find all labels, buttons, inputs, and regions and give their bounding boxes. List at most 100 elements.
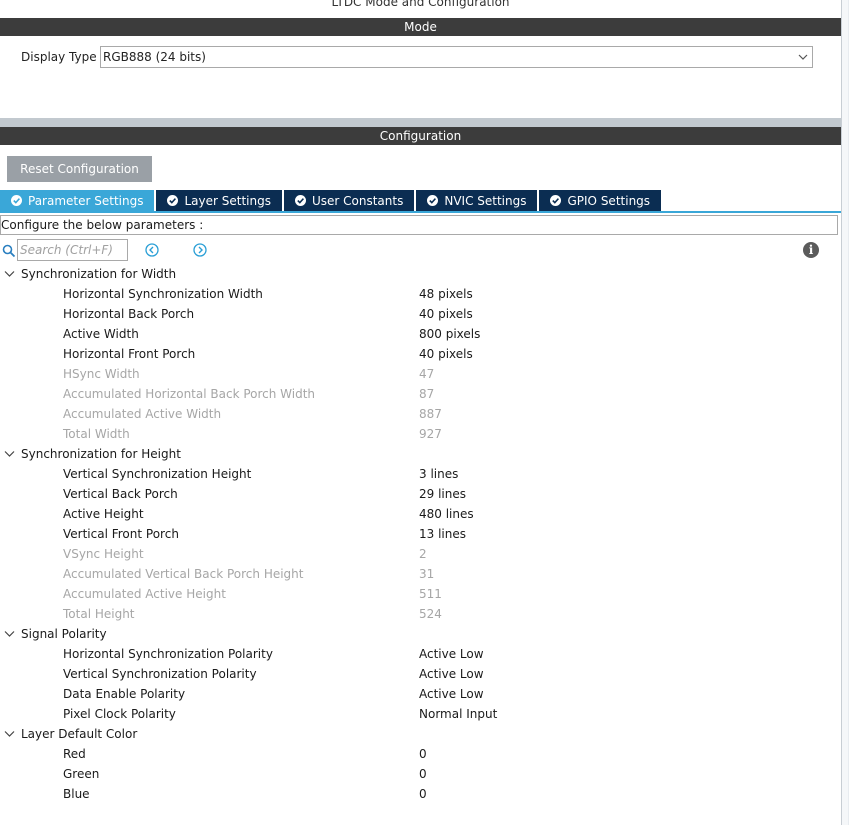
settings-tabs: Parameter Settings Layer Settings User Con… [0, 190, 663, 211]
info-icon[interactable]: i [803, 242, 819, 258]
parameter-name: VSync Height [63, 547, 144, 561]
search-input[interactable] [17, 239, 128, 261]
group-label: Synchronization for Height [21, 447, 181, 461]
parameter-value[interactable]: Normal Input [419, 704, 497, 724]
parameter-row[interactable]: Pixel Clock Polarity Normal Input [0, 704, 841, 724]
window-title: LTDC Mode and Configuration [331, 0, 510, 9]
parameter-name: Vertical Front Porch [63, 527, 179, 541]
parameter-name: Horizontal Synchronization Polarity [63, 647, 273, 661]
parameter-value: 2 [419, 547, 427, 561]
parameter-row[interactable]: Active Height 480 lines [0, 504, 841, 524]
chevron-right-circle-icon[interactable] [193, 243, 207, 257]
vertical-scrollbar[interactable] [841, 0, 849, 825]
configure-parameters-caption: Configure the below parameters : [0, 215, 838, 235]
parameter-value[interactable]: 800 pixels [419, 324, 480, 344]
parameter-name: Data Enable Polarity [63, 687, 186, 701]
parameter-row[interactable]: Horizontal Back Porch 40 pixels [0, 304, 841, 324]
parameter-value[interactable]: 48 pixels [419, 284, 473, 304]
parameter-row: Accumulated Horizontal Back Porch Width 8… [0, 384, 841, 404]
display-type-row: Display Type [21, 46, 101, 68]
group-label: Layer Default Color [21, 727, 138, 741]
parameter-value[interactable]: 40 pixels [419, 304, 473, 324]
parameter-row[interactable]: Vertical Synchronization Height 3 lines [0, 464, 841, 484]
parameter-value[interactable]: 13 lines [419, 524, 466, 544]
parameter-row[interactable]: Data Enable Polarity Active Low [0, 684, 841, 704]
parameter-row[interactable]: Horizontal Synchronization Width 48 pixel… [0, 284, 841, 304]
parameter-row: Accumulated Active Height 511 [0, 584, 841, 604]
parameter-row[interactable]: Horizontal Front Porch 40 pixels [0, 344, 841, 364]
group-label: Signal Polarity [21, 627, 107, 641]
chevron-down-icon [798, 54, 808, 60]
parameter-row[interactable]: Vertical Front Porch 13 lines [0, 524, 841, 544]
parameter-value[interactable]: 480 lines [419, 504, 474, 524]
parameter-name: Green [63, 767, 100, 781]
parameter-value[interactable]: 29 lines [419, 484, 466, 504]
configuration-section-header: Configuration [0, 127, 841, 145]
parameter-name: Total Width [63, 427, 130, 441]
group-row[interactable]: Synchronization for Height [0, 444, 841, 464]
tab-label: Layer Settings [184, 193, 271, 208]
tab-gpio-settings[interactable]: GPIO Settings [539, 190, 662, 211]
display-type-select[interactable]: RGB888 (24 bits) [100, 46, 813, 68]
tab-label: GPIO Settings [567, 193, 651, 208]
tab-label: Parameter Settings [28, 193, 144, 208]
tab-user-constants[interactable]: User Constants [283, 190, 415, 211]
parameter-value[interactable]: 0 [419, 784, 427, 804]
parameter-row: Total Width 927 [0, 424, 841, 444]
parameter-name: Vertical Back Porch [63, 487, 178, 501]
parameter-row: HSync Width 47 [0, 364, 841, 384]
display-type-label: Display Type [21, 50, 97, 64]
display-type-value: RGB888 (24 bits) [103, 50, 206, 64]
parameter-name: Horizontal Front Porch [63, 347, 196, 361]
parameter-value[interactable]: 3 lines [419, 464, 458, 484]
parameter-value[interactable]: Active Low [419, 684, 484, 704]
parameter-name: HSync Width [63, 367, 140, 381]
check-circle-icon [550, 195, 562, 206]
parameter-name: Accumulated Active Height [63, 587, 226, 601]
tab-layer-settings[interactable]: Layer Settings [156, 190, 282, 211]
parameter-name: Active Width [63, 327, 139, 341]
parameter-value[interactable]: Active Low [419, 664, 484, 684]
parameter-name: Total Height [63, 607, 135, 621]
tab-parameter-settings[interactable]: Parameter Settings [0, 190, 155, 211]
check-circle-icon [167, 195, 179, 206]
parameter-row[interactable]: Active Width 800 pixels [0, 324, 841, 344]
parameter-row[interactable]: Vertical Back Porch 29 lines [0, 484, 841, 504]
parameter-name: Red [63, 747, 86, 761]
group-row[interactable]: Synchronization for Width [0, 264, 841, 284]
chevron-down-icon[interactable] [4, 629, 15, 639]
check-circle-icon [11, 195, 22, 206]
parameter-row[interactable]: Horizontal Synchronization Polarity Activ… [0, 644, 841, 664]
chevron-down-icon[interactable] [4, 729, 15, 739]
parameter-name: Active Height [63, 507, 144, 521]
parameter-name: Pixel Clock Polarity [63, 707, 176, 721]
parameter-value[interactable]: 40 pixels [419, 344, 473, 364]
parameter-name: Accumulated Active Width [63, 407, 222, 421]
tab-nvic-settings[interactable]: NVIC Settings [416, 190, 538, 211]
parameter-value[interactable]: 0 [419, 764, 427, 784]
chevron-left-circle-icon[interactable] [145, 243, 159, 257]
parameter-name: Vertical Synchronization Height [63, 467, 252, 481]
parameter-tree: Synchronization for Width Horizontal Sync… [0, 264, 841, 804]
parameter-row[interactable]: Red 0 [0, 744, 841, 764]
group-row[interactable]: Layer Default Color [0, 724, 841, 744]
section-divider[interactable] [0, 118, 841, 127]
parameter-name: Blue [63, 787, 90, 801]
parameter-value[interactable]: 0 [419, 744, 427, 764]
parameter-row[interactable]: Green 0 [0, 764, 841, 784]
scrollbar-thumb[interactable] [842, 0, 848, 825]
parameter-row: Total Height 524 [0, 604, 841, 624]
parameter-row[interactable]: Vertical Synchronization Polarity Active … [0, 664, 841, 684]
parameter-value[interactable]: Active Low [419, 644, 484, 664]
parameter-row[interactable]: Blue 0 [0, 784, 841, 804]
parameter-value: 524 [419, 607, 442, 621]
search-icon [2, 244, 16, 258]
parameter-name: Vertical Synchronization Polarity [63, 667, 257, 681]
group-row[interactable]: Signal Polarity [0, 624, 841, 644]
chevron-down-icon[interactable] [4, 269, 15, 279]
parameter-row: VSync Height 2 [0, 544, 841, 564]
chevron-down-icon[interactable] [4, 449, 15, 459]
reset-configuration-button[interactable]: Reset Configuration [7, 156, 152, 182]
tab-label: User Constants [311, 193, 404, 208]
parameter-row: Accumulated Active Width 887 [0, 404, 841, 424]
